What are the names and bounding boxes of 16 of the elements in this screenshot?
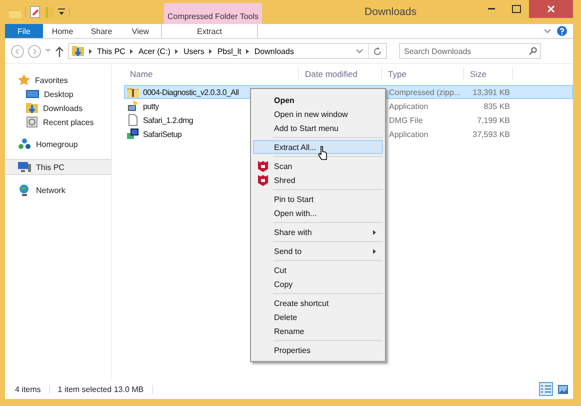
selection-info: 1 item selected 13.0 MB	[58, 384, 153, 394]
file-name: 0004-Diagnostic_v2.0.3.0_All	[143, 88, 239, 96]
file-type: Compressed (zipp...	[388, 88, 462, 96]
file-size: 835 KB	[482, 102, 511, 110]
contextual-tab-group-label: Compressed Folder Tools	[164, 3, 262, 24]
file-type: Application	[388, 102, 430, 110]
file-name: putty	[143, 102, 159, 110]
file-size: 13,391 KB	[472, 88, 511, 96]
file-name: Safari_1.2.dmg	[143, 116, 194, 124]
item-count: 4 items	[15, 384, 50, 394]
window-title: Downloads	[364, 5, 418, 20]
file-size: 7,199 KB	[476, 116, 511, 124]
file-type: Application	[388, 130, 430, 138]
file-type: DMG File	[388, 116, 424, 124]
file-name: SafariSetup	[143, 130, 182, 138]
file-size: 37,593 KB	[472, 130, 511, 138]
